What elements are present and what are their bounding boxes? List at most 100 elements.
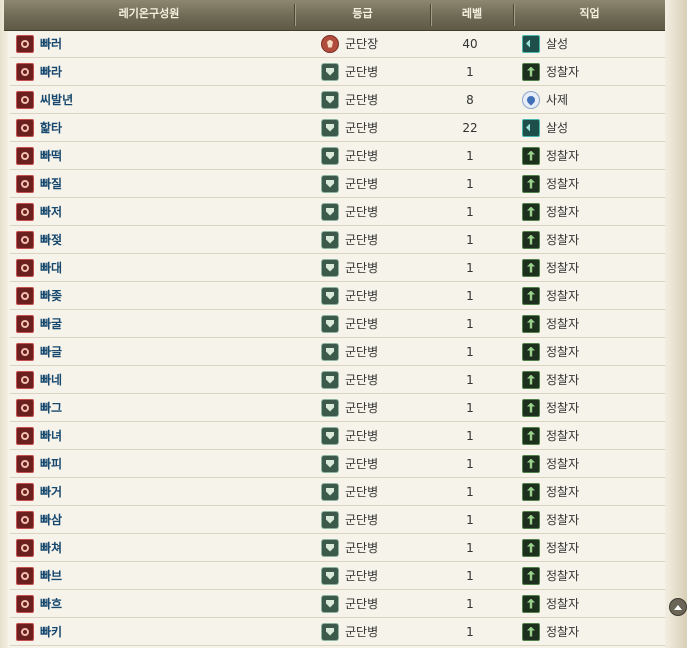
rank-label: 군단병 (345, 569, 379, 583)
level-value: 1 (466, 288, 474, 303)
job-label: 정찰자 (546, 429, 580, 443)
member-name[interactable]: 빠흐 (40, 595, 62, 612)
member-name[interactable]: 빠좆 (40, 287, 62, 304)
table-row[interactable]: 빠대 군단병 1 정찰자 (10, 254, 665, 282)
table-row[interactable]: 빠좆 군단병 1 정찰자 (10, 282, 665, 310)
table-row[interactable]: 씨발년 군단병 8 사제 (10, 86, 665, 114)
rank-cell: 군단병 (321, 310, 441, 337)
rank-label: 군단병 (345, 233, 379, 247)
rank-label: 군단병 (345, 485, 379, 499)
table-row[interactable]: 빠질 군단병 1 정찰자 (10, 170, 665, 198)
member-name[interactable]: 씨발년 (40, 91, 73, 108)
rank-label: 군단병 (345, 93, 379, 107)
rank-label: 군단병 (345, 401, 379, 415)
legionary-icon (321, 314, 339, 333)
legionary-icon (321, 370, 339, 389)
job-cell: 정찰자 (522, 310, 662, 337)
legion-member-icon (16, 202, 34, 221)
legion-member-icon (16, 90, 34, 109)
job-label: 정찰자 (546, 485, 580, 499)
member-name[interactable]: 빠러 (40, 35, 62, 52)
member-name[interactable]: 빠떡 (40, 147, 62, 164)
legionary-icon (321, 594, 339, 613)
rank-cell: 군단장 (321, 30, 441, 57)
level-cell: 1 (440, 506, 500, 533)
job-label: 정찰자 (546, 373, 580, 387)
table-row[interactable]: 빠거 군단병 1 정찰자 (10, 478, 665, 506)
table-row[interactable]: 빠쳐 군단병 1 정찰자 (10, 534, 665, 562)
legion-member-icon (16, 34, 34, 53)
assassin-class-icon (522, 118, 540, 137)
table-row[interactable]: 빠브 군단병 1 정찰자 (10, 562, 665, 590)
table-row[interactable]: 빠키 군단병 1 정찰자 (10, 618, 665, 646)
legion-member-icon (16, 398, 34, 417)
ranger-class-icon (522, 538, 540, 557)
member-name[interactable]: 빠거 (40, 483, 62, 500)
rank-label: 군단병 (345, 205, 379, 219)
table-row[interactable]: 빠녀 군단병 1 정찰자 (10, 422, 665, 450)
member-name[interactable]: 빠그 (40, 399, 62, 416)
rank-label: 군단병 (345, 289, 379, 303)
header-rank[interactable]: 등급 (295, 0, 430, 30)
job-cell: 사제 (522, 86, 662, 113)
header-level[interactable]: 레벨 (431, 0, 513, 30)
member-name[interactable]: 빠글 (40, 343, 62, 360)
job-cell: 정찰자 (522, 170, 662, 197)
scroll-to-top-icon[interactable] (669, 598, 687, 616)
level-cell: 8 (440, 86, 500, 113)
member-name[interactable]: 빠삼 (40, 511, 62, 528)
job-label: 정찰자 (546, 513, 580, 527)
table-row[interactable]: 빠흐 군단병 1 정찰자 (10, 590, 665, 618)
member-name[interactable]: 빠피 (40, 455, 62, 472)
legion-member-icon (16, 174, 34, 193)
table-row[interactable]: 빠그 군단병 1 정찰자 (10, 394, 665, 422)
member-name[interactable]: 빠저 (40, 203, 62, 220)
header-job[interactable]: 직업 (514, 0, 665, 30)
rank-label: 군단병 (345, 429, 379, 443)
rank-label: 군단병 (345, 177, 379, 191)
member-name[interactable]: 빠젖 (40, 231, 62, 248)
member-name[interactable]: 빠키 (40, 623, 62, 640)
table-row[interactable]: 빠네 군단병 1 정찰자 (10, 366, 665, 394)
member-name[interactable]: 빠녀 (40, 427, 62, 444)
level-value: 1 (466, 400, 474, 415)
legion-member-icon (16, 482, 34, 501)
job-cell: 정찰자 (522, 422, 662, 449)
table-row[interactable]: 빠젖 군단병 1 정찰자 (10, 226, 665, 254)
rank-cell: 군단병 (321, 86, 441, 113)
member-name[interactable]: 빠대 (40, 259, 62, 276)
table-row[interactable]: 빠저 군단병 1 정찰자 (10, 198, 665, 226)
member-name[interactable]: 빠굴 (40, 315, 62, 332)
rank-label: 군단병 (345, 513, 379, 527)
job-cell: 정찰자 (522, 366, 662, 393)
table-row[interactable]: 빠피 군단병 1 정찰자 (10, 450, 665, 478)
rank-cell: 군단병 (321, 394, 441, 421)
table-row[interactable]: 핥타 군단병 22 살성 (10, 114, 665, 142)
member-name[interactable]: 빠질 (40, 175, 62, 192)
job-cell: 정찰자 (522, 478, 662, 505)
legion-member-icon (16, 286, 34, 305)
member-name[interactable]: 핥타 (40, 119, 62, 136)
table-row[interactable]: 빠삼 군단병 1 정찰자 (10, 506, 665, 534)
table-row[interactable]: 빠라 군단병 1 정찰자 (10, 58, 665, 86)
level-cell: 1 (440, 142, 500, 169)
rank-label: 군단병 (345, 373, 379, 387)
level-value: 22 (462, 120, 478, 135)
level-value: 1 (466, 624, 474, 639)
ranger-class-icon (522, 286, 540, 305)
table-row[interactable]: 빠글 군단병 1 정찰자 (10, 338, 665, 366)
table-row[interactable]: 빠굴 군단병 1 정찰자 (10, 310, 665, 338)
legionary-icon (321, 90, 339, 109)
job-label: 정찰자 (546, 65, 580, 79)
header-member[interactable]: 레기온구성원 (4, 0, 294, 30)
ranger-class-icon (522, 510, 540, 529)
member-name[interactable]: 빠브 (40, 567, 62, 584)
legion-member-icon (16, 594, 34, 613)
table-row[interactable]: 빠떡 군단병 1 정찰자 (10, 142, 665, 170)
member-cell: 빠브 (16, 562, 286, 589)
table-row[interactable]: 빠러 군단장 40 살성 (10, 30, 665, 58)
level-cell: 1 (440, 338, 500, 365)
member-name[interactable]: 빠쳐 (40, 539, 62, 556)
member-name[interactable]: 빠네 (40, 371, 62, 388)
member-name[interactable]: 빠라 (40, 63, 62, 80)
